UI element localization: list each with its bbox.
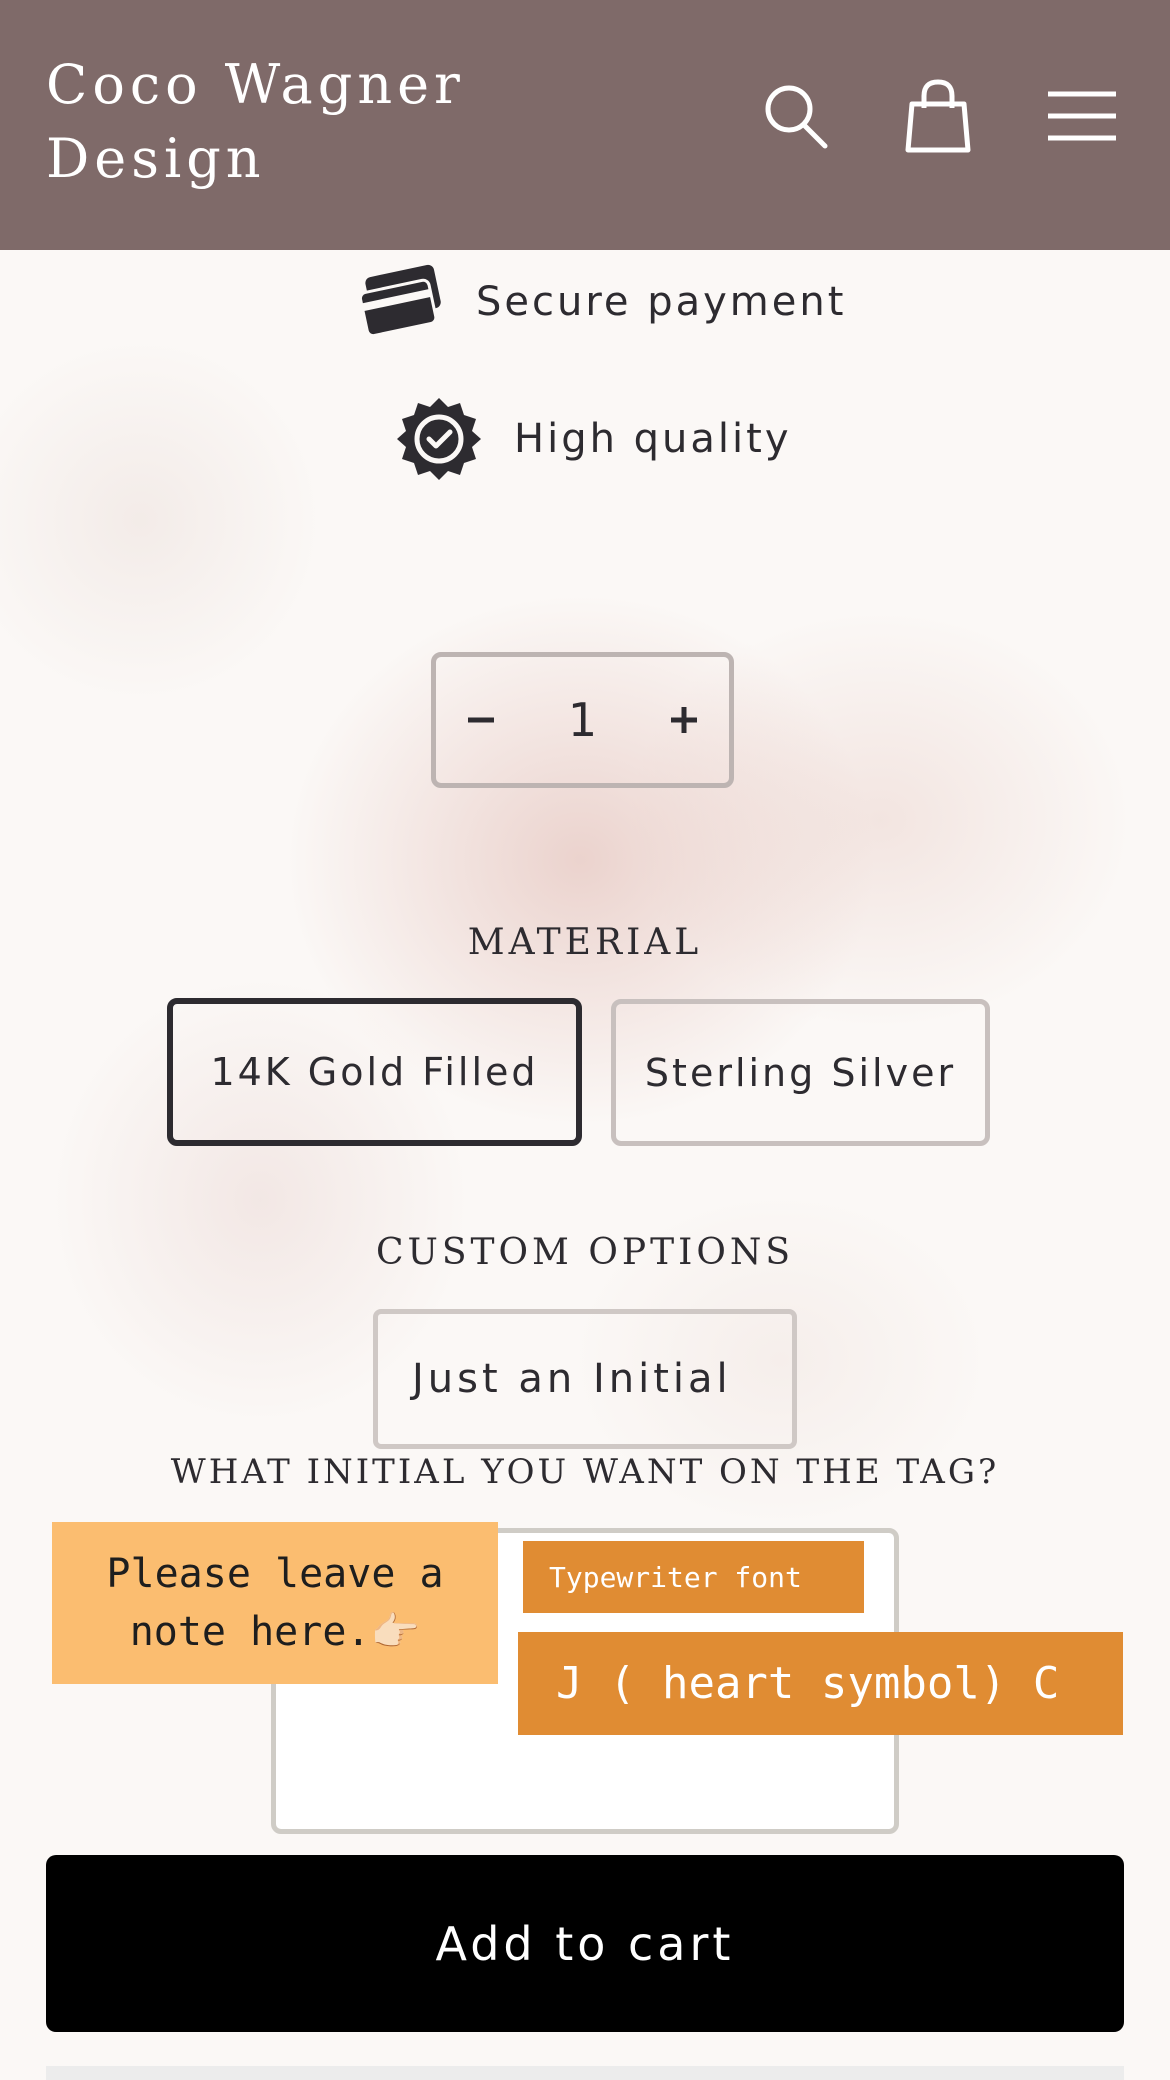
feature-label: High quality: [514, 416, 792, 462]
feature-label: Secure payment: [476, 279, 847, 325]
material-option-gold[interactable]: 14K Gold Filled: [167, 998, 582, 1146]
next-button-edge: [46, 2066, 1124, 2080]
site-header: Coco Wagner Design: [0, 0, 1170, 250]
example-tag: J ( heart symbol) C: [518, 1632, 1123, 1735]
sticky-note: Please leave a note here.👉🏻: [52, 1522, 498, 1684]
material-label: MATERIAL: [467, 922, 703, 963]
search-icon[interactable]: [758, 78, 834, 154]
add-to-cart-button[interactable]: Add to cart: [46, 1855, 1124, 2032]
custom-options-label: CUSTOM OPTIONS: [375, 1232, 795, 1273]
cart-icon[interactable]: [900, 78, 976, 154]
initial-question-label: WHAT INITIAL YOU WANT ON THE TAG?: [170, 1452, 1000, 1492]
custom-options-select[interactable]: Just an Initial: [373, 1309, 797, 1449]
quantity-value[interactable]: 1: [543, 693, 623, 747]
menu-icon[interactable]: [1044, 78, 1120, 154]
feature-high-quality: High quality: [394, 394, 791, 484]
font-tag: Typewriter font: [523, 1541, 864, 1613]
feature-secure-payment: Secure payment: [356, 262, 846, 342]
brand-logo[interactable]: Coco Wagner Design: [46, 48, 466, 196]
verified-badge-icon: [394, 394, 484, 484]
quantity-decrease-button[interactable]: [436, 657, 526, 783]
material-option-silver[interactable]: Sterling Silver: [611, 999, 990, 1146]
quantity-increase-button[interactable]: [639, 657, 729, 783]
quantity-stepper: 1: [431, 652, 734, 788]
credit-card-icon: [356, 263, 448, 341]
